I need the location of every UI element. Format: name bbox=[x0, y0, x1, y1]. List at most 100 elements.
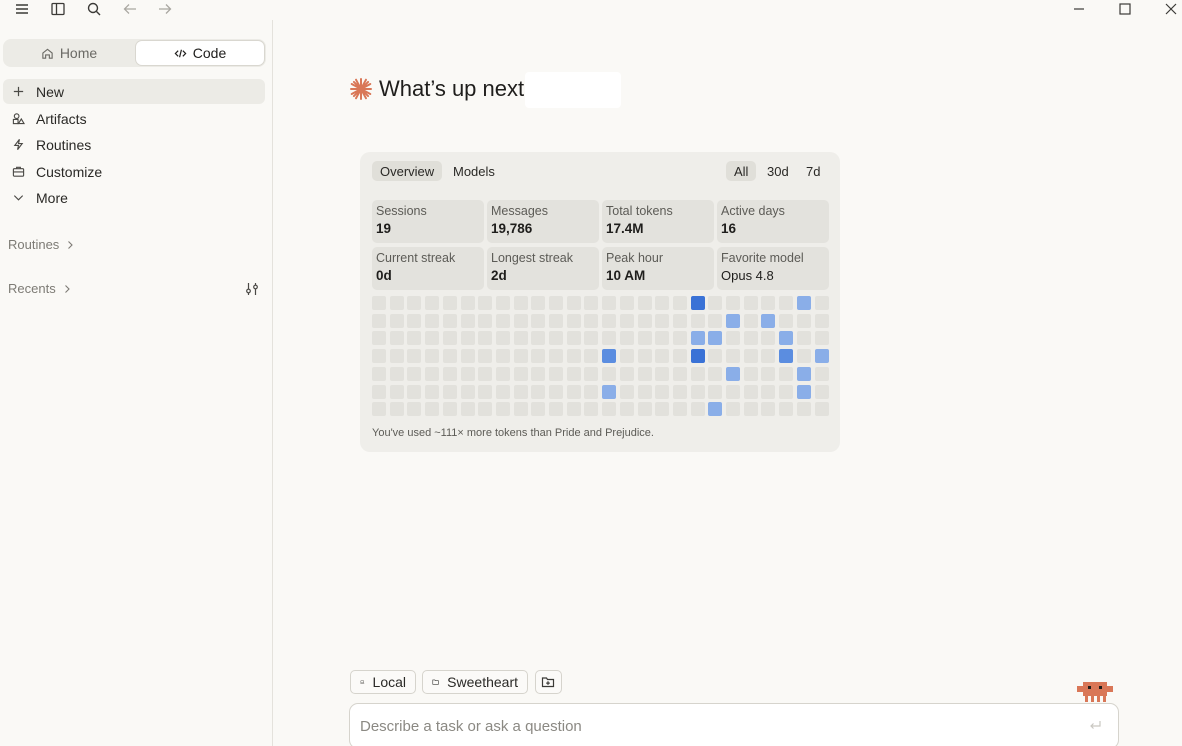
briefcase-icon bbox=[12, 166, 25, 177]
heatmap-cell bbox=[672, 331, 687, 346]
heatmap-cell bbox=[761, 402, 776, 417]
environment-button[interactable]: Local bbox=[350, 670, 416, 694]
heatmap-cell bbox=[495, 366, 510, 381]
heatmap-cell bbox=[407, 349, 422, 364]
range-all[interactable]: All bbox=[726, 161, 757, 181]
range-7d[interactable]: 7d bbox=[798, 161, 828, 181]
folder-button[interactable]: Sweetheart bbox=[422, 670, 528, 694]
back-arrow-icon[interactable] bbox=[120, 0, 140, 18]
heatmap-cell bbox=[460, 296, 475, 310]
heatmap-cell bbox=[672, 402, 687, 417]
sidebar-toggle-icon[interactable] bbox=[48, 0, 68, 18]
heatmap-cell bbox=[743, 384, 758, 399]
sidebar-item-routines[interactable]: Routines bbox=[3, 132, 265, 157]
activity-heatmap bbox=[372, 296, 832, 422]
heatmap-cell bbox=[495, 296, 510, 310]
heatmap-cell bbox=[761, 296, 776, 310]
enter-icon[interactable] bbox=[1088, 718, 1102, 732]
stat-label: Sessions bbox=[376, 204, 427, 218]
sidebar-item-artifacts[interactable]: Artifacts bbox=[3, 106, 265, 131]
tab-models[interactable]: Models bbox=[445, 161, 503, 181]
heatmap-cell bbox=[425, 384, 440, 399]
heatmap-cell bbox=[619, 402, 634, 417]
heatmap-cell bbox=[779, 331, 794, 346]
heatmap-cell bbox=[672, 349, 687, 364]
heatmap-cell bbox=[619, 366, 634, 381]
heatmap-cell bbox=[425, 366, 440, 381]
tab-overview[interactable]: Overview bbox=[372, 161, 443, 181]
stat-label: Total tokens bbox=[606, 204, 673, 218]
menu-icon[interactable] bbox=[12, 0, 32, 18]
heatmap-cell bbox=[743, 296, 758, 310]
close-icon[interactable] bbox=[1161, 0, 1181, 18]
section-recents[interactable]: Recents bbox=[8, 281, 72, 296]
heatmap-cell bbox=[602, 313, 617, 328]
maximize-icon[interactable] bbox=[1115, 0, 1135, 18]
filter-icon[interactable] bbox=[244, 281, 260, 297]
forward-arrow-icon[interactable] bbox=[155, 0, 175, 18]
heatmap-cell bbox=[637, 331, 652, 346]
heatmap-cell bbox=[478, 384, 493, 399]
heatmap-cell bbox=[442, 349, 457, 364]
stat-value: 0d bbox=[376, 268, 392, 283]
heatmap-cell bbox=[549, 313, 563, 328]
minimize-icon[interactable] bbox=[1069, 0, 1089, 18]
heatmap-cell bbox=[549, 402, 563, 417]
heatmap-cell bbox=[779, 384, 794, 399]
heatmap-cell bbox=[460, 402, 475, 417]
heatmap-cell bbox=[708, 384, 723, 399]
heatmap-cell bbox=[460, 384, 475, 399]
tab-home[interactable]: Home bbox=[5, 41, 133, 65]
stat-card-favorite-model: Favorite model Opus 4.8 bbox=[717, 247, 829, 290]
stat-value: 16 bbox=[721, 221, 737, 236]
heatmap-cell bbox=[690, 313, 705, 328]
heatmap-cell bbox=[442, 313, 457, 328]
heatmap-cell bbox=[761, 349, 776, 364]
heatmap-cell bbox=[708, 313, 723, 328]
sidebar-item-customize[interactable]: Customize bbox=[3, 159, 265, 184]
heatmap-cell bbox=[779, 402, 794, 417]
heatmap-cell bbox=[531, 349, 546, 364]
heatmap-cell bbox=[619, 313, 634, 328]
chevron-down-icon bbox=[13, 195, 24, 201]
heatmap-cell bbox=[690, 366, 705, 381]
add-folder-button[interactable] bbox=[535, 670, 562, 694]
heatmap-cell bbox=[726, 313, 740, 328]
heatmap-cell bbox=[584, 296, 599, 310]
heatmap-cell bbox=[726, 384, 740, 399]
heatmap-cell bbox=[655, 349, 670, 364]
heatmap-cell bbox=[637, 402, 652, 417]
heatmap-cell bbox=[478, 296, 493, 310]
heatmap-cell bbox=[389, 384, 404, 399]
heatmap-cell bbox=[425, 296, 440, 310]
heatmap-cell bbox=[761, 384, 776, 399]
heatmap-cell bbox=[672, 384, 687, 399]
tab-code[interactable]: Code bbox=[136, 41, 264, 65]
prompt-input[interactable] bbox=[360, 716, 1060, 736]
heatmap-cell bbox=[743, 313, 758, 328]
sidebar-item-new[interactable]: New bbox=[3, 79, 265, 104]
heatmap-cell bbox=[531, 331, 546, 346]
stat-card-active-days: Active days 16 bbox=[717, 200, 829, 243]
search-icon[interactable] bbox=[84, 0, 104, 18]
heatmap-cell bbox=[602, 331, 617, 346]
heatmap-cell bbox=[513, 366, 528, 381]
heatmap-cell bbox=[407, 402, 422, 417]
heatmap-cell bbox=[655, 313, 670, 328]
heatmap-cell bbox=[442, 402, 457, 417]
heatmap-cell bbox=[513, 313, 528, 328]
heatmap-cell bbox=[460, 313, 475, 328]
plus-icon bbox=[13, 86, 24, 97]
heatmap-cell bbox=[726, 366, 740, 381]
heatmap-cell bbox=[726, 331, 740, 346]
heatmap-cell bbox=[407, 331, 422, 346]
sidebar-item-more[interactable]: More bbox=[3, 185, 265, 210]
greeting-text: What’s up next, bbox=[379, 76, 531, 101]
heatmap-cell bbox=[796, 313, 811, 328]
range-30d[interactable]: 30d bbox=[759, 161, 797, 181]
heatmap-cell bbox=[478, 402, 493, 417]
heatmap-cell bbox=[743, 349, 758, 364]
heatmap-cell bbox=[531, 313, 546, 328]
heatmap-cell bbox=[478, 366, 493, 381]
section-routines[interactable]: Routines bbox=[8, 237, 75, 252]
